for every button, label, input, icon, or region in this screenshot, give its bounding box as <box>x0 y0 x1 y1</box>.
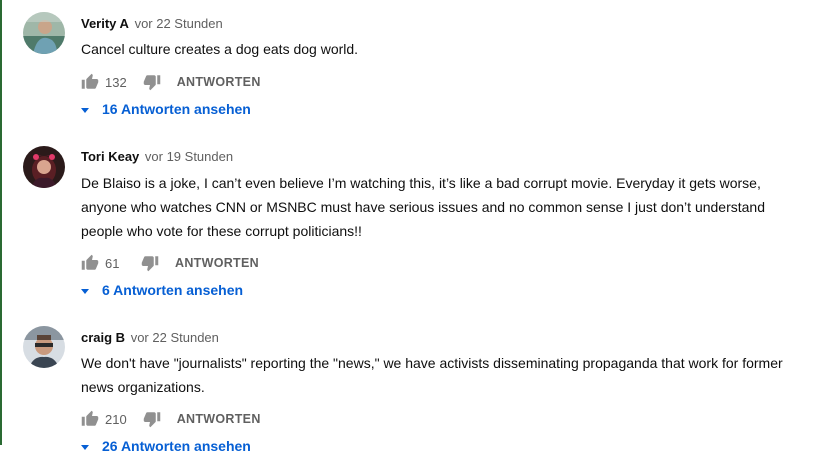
comment-timestamp[interactable]: vor 19 Stunden <box>145 149 233 164</box>
comment-thread: Tori Keay vor 19 Stunden De Blaiso is a … <box>0 130 823 310</box>
caret-down-icon <box>81 444 89 450</box>
like-count: 61 <box>105 255 120 271</box>
comment-text: Cancel culture creates a dog eats dog wo… <box>81 41 359 57</box>
thumbs-down-icon[interactable] <box>143 73 161 91</box>
comment-actions: 210 ANTWORTEN <box>81 409 261 429</box>
like-count: 210 <box>105 411 127 427</box>
comment-timestamp[interactable]: vor 22 Stunden <box>135 16 223 31</box>
view-replies-button[interactable]: 26 Antworten ansehen <box>81 437 251 455</box>
comment-actions: 61 ANTWORTEN <box>81 253 259 273</box>
comment-actions: 132 ANTWORTEN <box>81 72 261 92</box>
thumbs-up-icon[interactable] <box>81 73 99 91</box>
view-replies-button[interactable]: 6 Antworten ansehen <box>81 281 243 299</box>
view-replies-label: 6 Antworten ansehen <box>102 282 244 298</box>
comment-timestamp[interactable]: vor 22 Stunden <box>131 330 219 345</box>
caret-down-icon <box>81 288 89 294</box>
comment-thread: Verity A vor 22 Stunden Cancel culture c… <box>0 0 823 130</box>
thumbs-down-icon[interactable] <box>141 254 159 272</box>
comment-text: We don't have "journalists" reporting th… <box>81 355 783 395</box>
comment-text: De Blaiso is a joke, I can’t even believ… <box>81 175 766 239</box>
reply-button[interactable]: ANTWORTEN <box>175 256 259 270</box>
avatar[interactable] <box>23 326 65 368</box>
like-count: 132 <box>105 74 127 90</box>
avatar[interactable] <box>23 12 65 54</box>
author-name[interactable]: craig B <box>81 330 125 345</box>
thumbs-down-icon[interactable] <box>143 410 161 428</box>
thumbs-up-icon[interactable] <box>81 410 99 428</box>
comment-thread: craig B vor 22 Stunden We don't have "jo… <box>0 310 823 454</box>
author-name[interactable]: Tori Keay <box>81 149 139 164</box>
reply-button[interactable]: ANTWORTEN <box>177 412 261 426</box>
reply-button[interactable]: ANTWORTEN <box>177 75 261 89</box>
view-replies-label: 26 Antworten ansehen <box>102 438 251 454</box>
avatar[interactable] <box>23 146 65 188</box>
view-replies-button[interactable]: 16 Antworten ansehen <box>81 100 251 118</box>
author-name[interactable]: Verity A <box>81 16 129 31</box>
caret-down-icon <box>81 107 89 113</box>
thumbs-up-icon[interactable] <box>81 254 99 272</box>
view-replies-label: 16 Antworten ansehen <box>102 101 251 117</box>
